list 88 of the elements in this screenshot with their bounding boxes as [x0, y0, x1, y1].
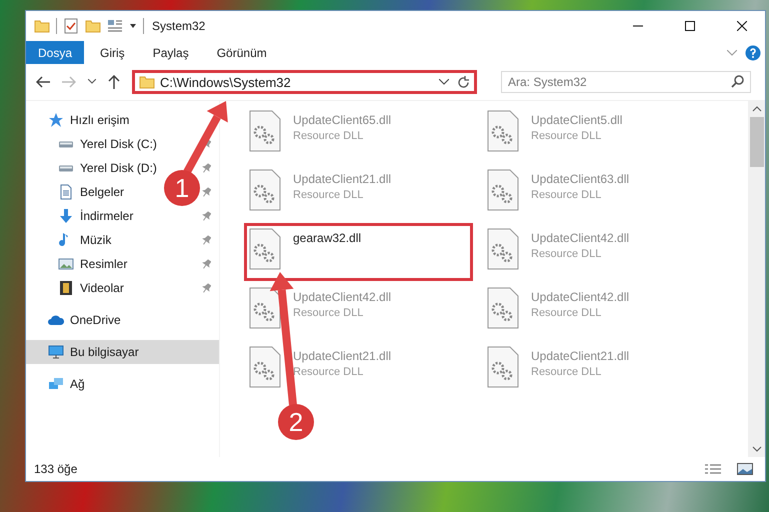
file-name: UpdateClient65.dll [293, 113, 392, 127]
chevron-down-icon [727, 50, 737, 56]
gear-file-icon [249, 228, 281, 270]
item-count: 133 öğe [34, 462, 78, 476]
folder-icon [139, 74, 155, 90]
monitor-icon [48, 344, 64, 360]
sidebar-item[interactable]: Müzik [58, 228, 116, 252]
gear-file-icon [487, 346, 519, 388]
ribbon-tab[interactable]: Görünüm [204, 41, 279, 64]
gear-file-icon [249, 346, 281, 388]
sidebar-item[interactable]: Yerel Disk (D:) [58, 156, 161, 180]
gear-file-icon [487, 169, 519, 211]
sidebar-item[interactable]: Resimler [58, 252, 132, 276]
pin-icon[interactable] [201, 283, 211, 293]
file-name: UpdateClient42.dll [531, 231, 630, 245]
file-name: UpdateClient21.dll [293, 172, 392, 186]
ribbon-tab[interactable]: Giriş [88, 41, 137, 64]
picture-icon [737, 463, 753, 475]
gear-file-icon [249, 169, 281, 211]
step-number-badge: 1 [164, 170, 200, 206]
file-name: UpdateClient5.dll [531, 113, 622, 127]
file-type: Resource DLL [531, 130, 602, 142]
sidebar-item[interactable]: OneDrive [48, 308, 125, 332]
sidebar-item[interactable]: Hızlı erişim [48, 108, 134, 132]
file-name: UpdateClient63.dll [531, 172, 630, 186]
sidebar-item[interactable]: İndirmeler [58, 204, 138, 228]
search-field[interactable]: Ara: System32 [501, 71, 751, 93]
file-item[interactable]: gearaw32.dll [244, 223, 473, 281]
ribbon-tab[interactable]: Paylaş [140, 41, 201, 64]
checklist-icon [63, 18, 79, 34]
pin-icon[interactable] [201, 187, 211, 197]
folder-icon [34, 18, 50, 34]
sidebar-item[interactable]: Belgeler [58, 180, 128, 204]
file-name: UpdateClient21.dll [531, 349, 630, 363]
gear-file-icon [487, 110, 519, 152]
chevron-down-icon [88, 79, 96, 85]
drive-icon [58, 164, 74, 172]
window-title: System32 [152, 19, 206, 33]
sidebar-item[interactable]: Yerel Disk (C:) [58, 132, 161, 156]
file-type: Resource DLL [531, 307, 602, 319]
maximize-icon [685, 21, 695, 31]
folder-icon [85, 18, 101, 34]
scroll-down-icon[interactable] [752, 445, 762, 453]
file-type: Resource DLL [531, 189, 602, 201]
pin-icon[interactable] [201, 259, 211, 269]
download-arrow-icon [58, 208, 74, 224]
help-icon [745, 44, 761, 60]
film-icon [58, 280, 74, 296]
gear-file-icon [487, 228, 519, 270]
ribbon-tab[interactable]: Dosya [26, 41, 84, 64]
picture-icon [58, 256, 74, 272]
file-type: Resource DLL [293, 130, 364, 142]
star-icon [48, 112, 64, 128]
step-number-badge: 2 [278, 404, 314, 440]
properties-icon [107, 18, 123, 34]
sidebar-item[interactable]: Ağ [48, 372, 89, 396]
file-type: Resource DLL [293, 366, 364, 378]
pin-icon[interactable] [201, 163, 211, 173]
forward-arrow-icon [62, 76, 76, 88]
scroll-thumb[interactable] [750, 117, 764, 167]
back-arrow-icon [36, 76, 50, 88]
document-icon [58, 184, 74, 200]
close-icon [737, 21, 747, 31]
refresh-icon [457, 76, 470, 88]
minimize-icon [633, 25, 643, 27]
file-type: Resource DLL [293, 307, 364, 319]
sidebar-item[interactable]: Bu bilgisayar [26, 340, 219, 364]
file-type: Resource DLL [293, 189, 364, 201]
file-name: UpdateClient42.dll [293, 290, 392, 304]
gear-file-icon [487, 287, 519, 329]
file-type: Resource DLL [531, 248, 602, 260]
file-name: UpdateClient42.dll [531, 290, 630, 304]
up-arrow-icon [108, 75, 120, 89]
pin-icon[interactable] [201, 211, 211, 221]
file-type: Resource DLL [531, 366, 602, 378]
file-name: gearaw32.dll [293, 231, 362, 245]
scroll-up-icon[interactable] [752, 105, 762, 113]
sidebar-item[interactable]: Videolar [58, 276, 128, 300]
chevron-down-icon [439, 79, 449, 85]
file-name: UpdateClient21.dll [293, 349, 392, 363]
drive-icon [58, 140, 74, 148]
list-icon [705, 463, 721, 475]
search-icon [731, 75, 744, 88]
network-icon [48, 376, 64, 392]
gear-file-icon [249, 287, 281, 329]
pin-icon[interactable] [201, 235, 211, 245]
gear-file-icon [249, 110, 281, 152]
address-field[interactable]: C:\Windows\System32 [132, 70, 477, 94]
